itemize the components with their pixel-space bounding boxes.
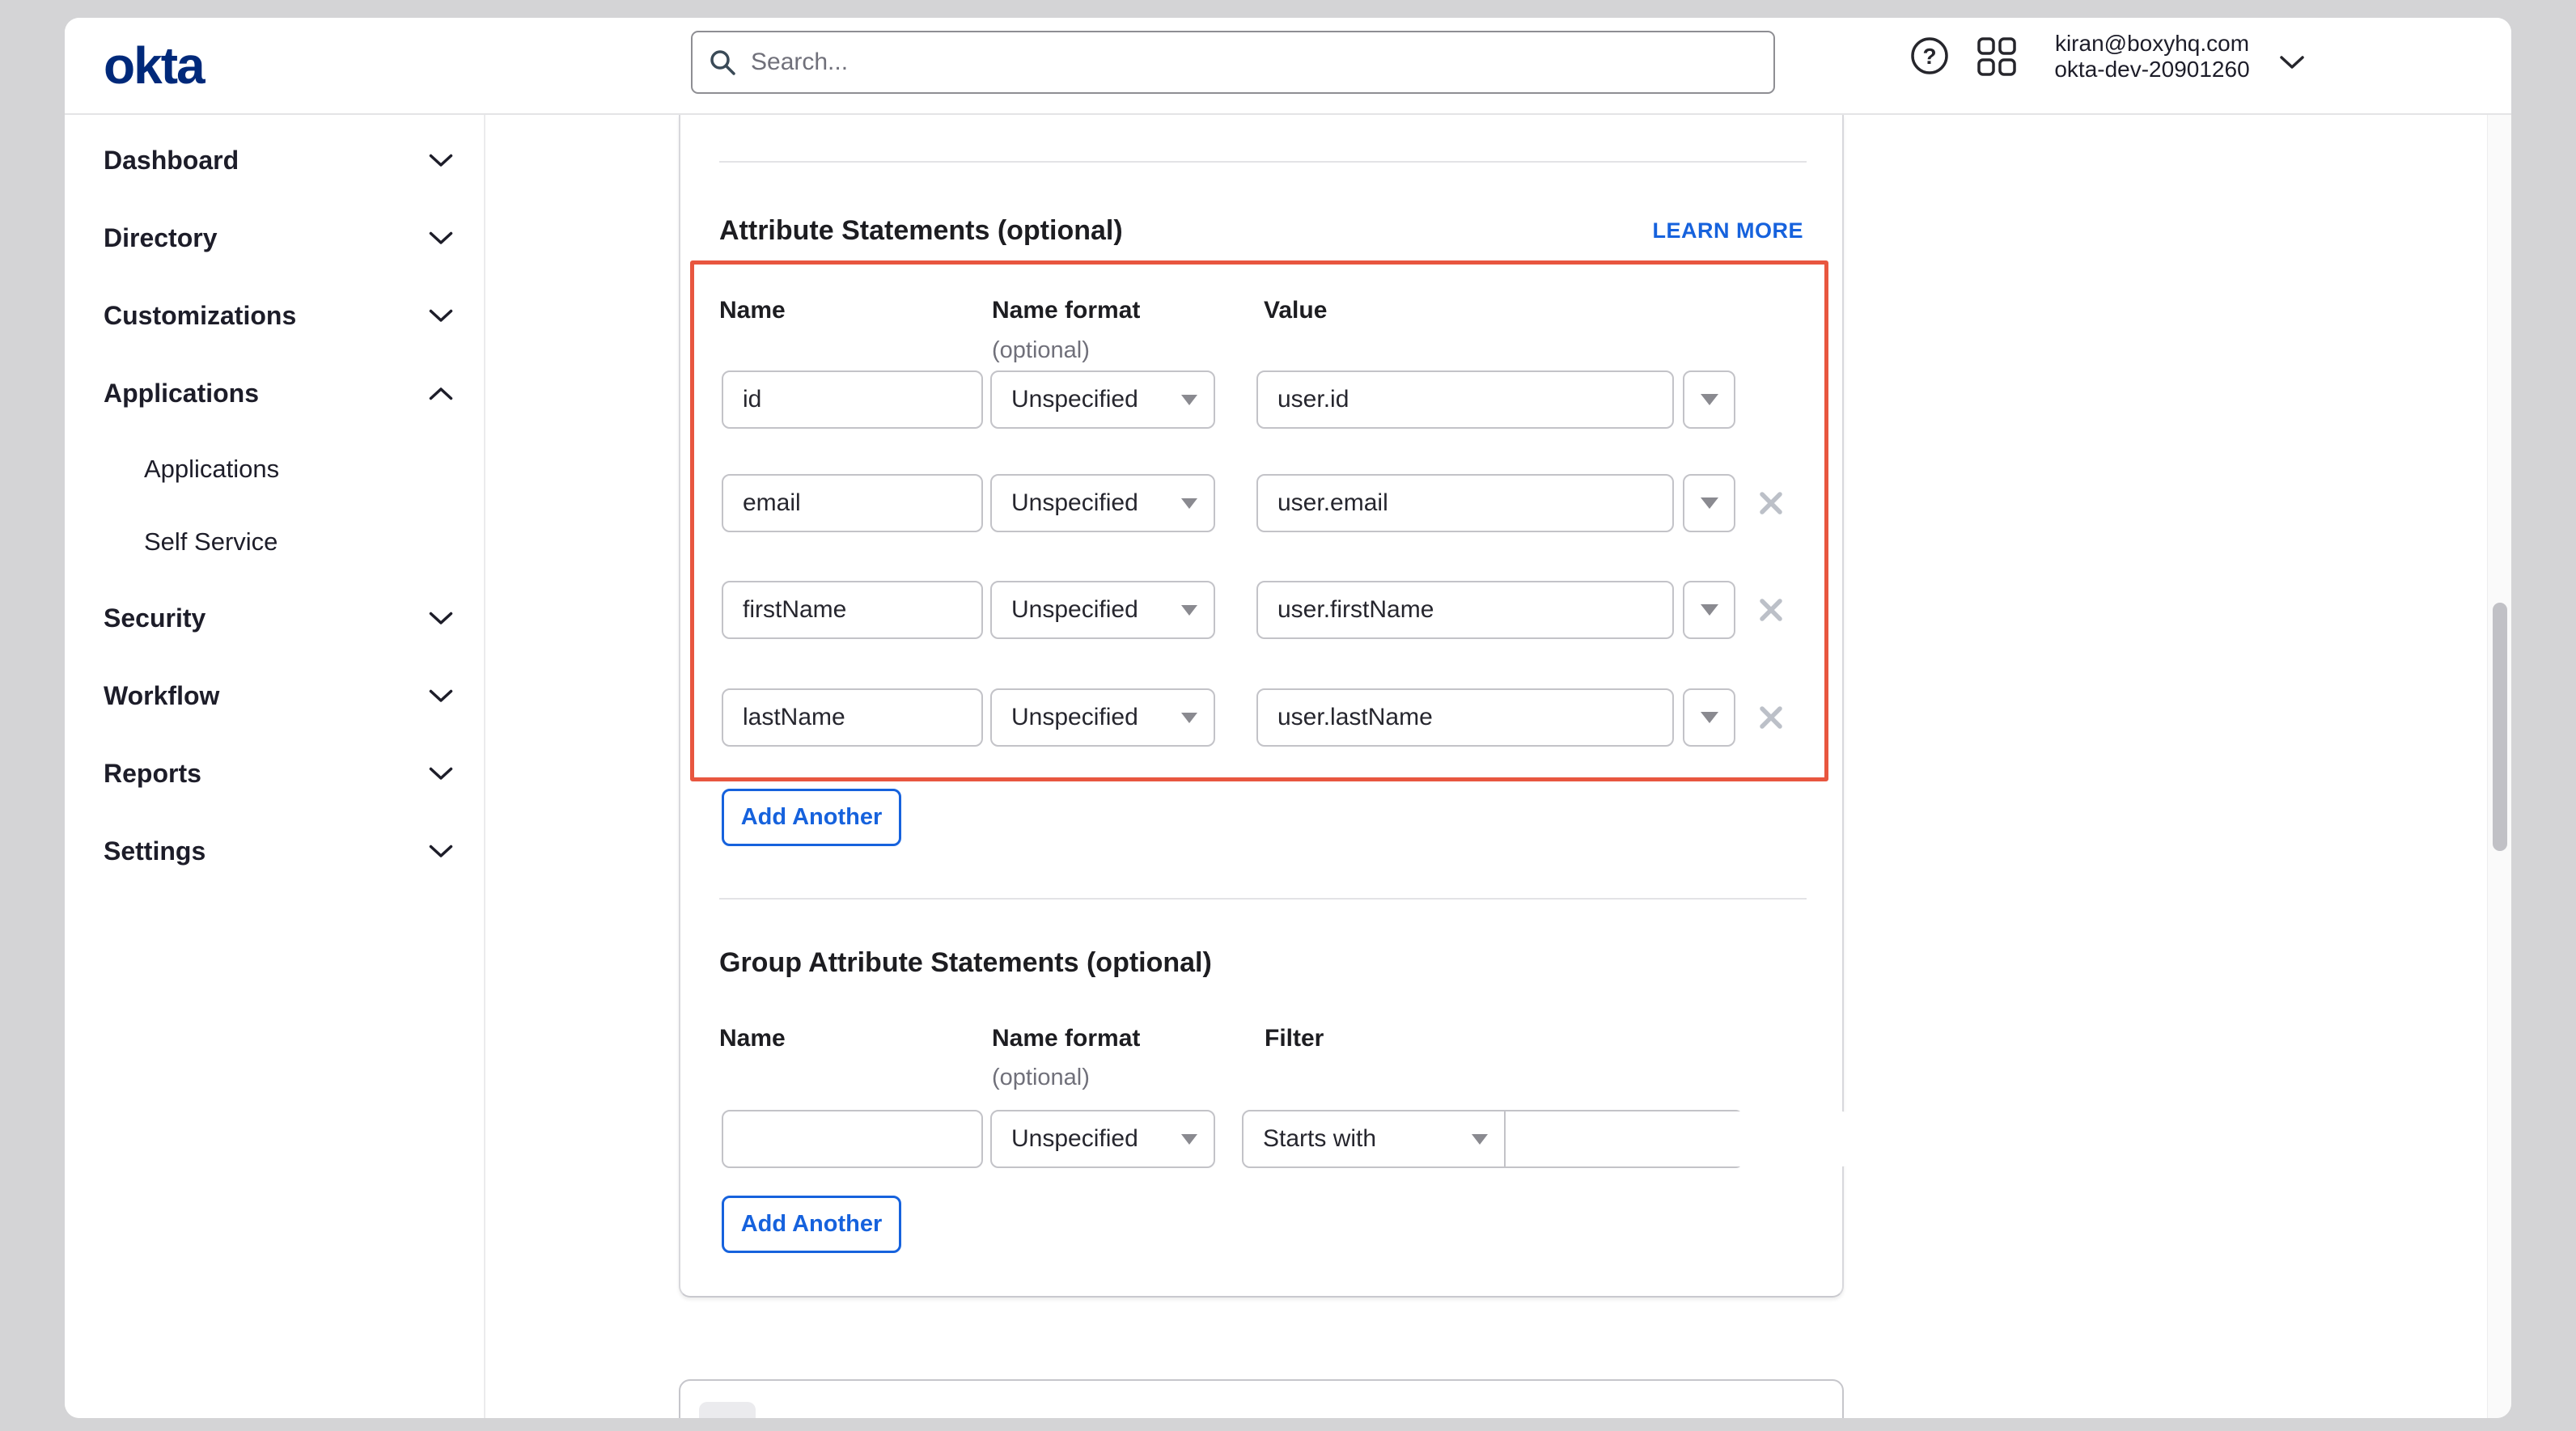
attribute-value-input[interactable] xyxy=(1256,474,1674,532)
sidebar-item-workflow[interactable]: Workflow xyxy=(104,671,453,720)
add-another-group-attribute-button[interactable]: Add Another xyxy=(722,1196,901,1253)
app-window: okta ? kiran@ xyxy=(65,18,2511,1418)
sidebar-subitem-self-service[interactable]: Self Service xyxy=(144,519,453,565)
optional-note: (optional) xyxy=(992,1065,1090,1091)
select-caret-icon xyxy=(1181,605,1197,616)
section-divider xyxy=(719,161,1807,163)
user-org: okta-dev-20901260 xyxy=(2043,57,2261,83)
sidebar-item-reports[interactable]: Reports xyxy=(104,749,453,798)
value-dropdown-button[interactable] xyxy=(1683,688,1735,747)
sidebar-subitem-applications[interactable]: Applications xyxy=(144,447,453,492)
chevron-down-icon xyxy=(429,154,453,167)
learn-more-link[interactable]: LEARN MORE xyxy=(1653,218,1804,243)
group-attribute-statements-title: Group Attribute Statements (optional) xyxy=(719,946,1212,980)
chevron-down-icon xyxy=(429,231,453,245)
select-caret-icon xyxy=(1701,604,1718,616)
group-attribute-row: Unspecified Starts with xyxy=(680,1110,1842,1168)
remove-row-icon[interactable] xyxy=(1757,704,1785,731)
sidebar-item-directory[interactable]: Directory xyxy=(104,214,453,262)
attribute-name-input[interactable] xyxy=(722,474,983,532)
select-caret-icon xyxy=(1701,712,1718,723)
attribute-statements-highlight-box: Name Name format Value (optional) Unspec… xyxy=(690,260,1828,781)
attribute-value-input[interactable] xyxy=(1256,581,1674,639)
chevron-down-icon xyxy=(429,612,453,625)
sidebar-item-dashboard[interactable]: Dashboard xyxy=(104,136,453,184)
value-dropdown-button[interactable] xyxy=(1683,474,1735,532)
group-name-input[interactable] xyxy=(722,1110,983,1168)
user-email: kiran@boxyhq.com xyxy=(2043,31,2261,57)
column-header-format: Name format xyxy=(992,1025,1140,1052)
next-section-panel xyxy=(679,1379,1844,1418)
select-caret-icon xyxy=(1701,394,1718,405)
add-another-attribute-button[interactable]: Add Another xyxy=(722,789,901,846)
remove-row-icon[interactable] xyxy=(1757,489,1785,517)
chevron-down-icon xyxy=(429,767,453,781)
select-caret-icon xyxy=(1701,497,1718,509)
name-format-select[interactable]: Unspecified xyxy=(990,581,1215,639)
scrollbar-thumb[interactable] xyxy=(2493,603,2507,851)
user-menu-chevron-down-icon[interactable] xyxy=(2278,53,2306,71)
sidebar: Dashboard Directory Customizations Appli… xyxy=(65,115,485,1418)
svg-text:?: ? xyxy=(1922,44,1936,69)
select-caret-icon xyxy=(1181,713,1197,723)
chevron-down-icon xyxy=(429,845,453,858)
search-box[interactable] xyxy=(691,31,1775,94)
section-divider xyxy=(719,898,1807,900)
chevron-down-icon xyxy=(429,309,453,323)
sidebar-item-security[interactable]: Security xyxy=(104,594,453,642)
value-dropdown-button[interactable] xyxy=(1683,581,1735,639)
attribute-name-input[interactable] xyxy=(722,688,983,747)
remove-row-icon[interactable] xyxy=(1757,596,1785,624)
sidebar-item-applications[interactable]: Applications xyxy=(104,369,453,417)
optional-note: (optional) xyxy=(992,337,1090,364)
group-filter-control: Starts with xyxy=(1242,1110,1743,1168)
value-dropdown-button[interactable] xyxy=(1683,370,1735,429)
search-icon xyxy=(709,49,736,76)
attribute-row: Unspecified xyxy=(694,688,1824,747)
attribute-name-input[interactable] xyxy=(722,581,983,639)
apps-grid-icon[interactable] xyxy=(1976,36,2018,78)
select-caret-icon xyxy=(1181,1134,1197,1145)
sidebar-item-settings[interactable]: Settings xyxy=(104,827,453,875)
scrollbar-track[interactable] xyxy=(2487,115,2511,1418)
name-format-select[interactable]: Unspecified xyxy=(990,474,1215,532)
select-caret-icon xyxy=(1181,498,1197,509)
select-caret-icon xyxy=(1181,395,1197,405)
chevron-down-icon xyxy=(429,689,453,703)
column-header-name: Name xyxy=(719,1025,786,1052)
topbar: okta ? kiran@ xyxy=(65,18,2511,115)
column-header-filter: Filter xyxy=(1265,1025,1324,1052)
help-icon[interactable]: ? xyxy=(1908,34,1951,78)
attribute-row: Unspecified xyxy=(694,581,1824,639)
attribute-value-input[interactable] xyxy=(1256,688,1674,747)
column-header-value: Value xyxy=(1264,297,1327,324)
name-format-select[interactable]: Unspecified xyxy=(990,688,1215,747)
select-caret-icon xyxy=(1472,1134,1488,1145)
sidebar-item-customizations[interactable]: Customizations xyxy=(104,291,453,340)
chevron-up-icon xyxy=(429,387,453,400)
search-input[interactable] xyxy=(749,48,1757,77)
user-menu[interactable]: kiran@boxyhq.com okta-dev-20901260 xyxy=(2043,31,2261,83)
filter-type-select[interactable]: Starts with xyxy=(1244,1111,1506,1166)
attribute-statements-title: Attribute Statements (optional) xyxy=(719,214,1123,248)
okta-logo[interactable]: okta xyxy=(104,40,204,91)
section-placeholder-chip xyxy=(699,1402,756,1418)
attribute-row: Unspecified xyxy=(694,370,1824,429)
column-header-name: Name xyxy=(719,297,786,324)
group-name-format-select[interactable]: Unspecified xyxy=(990,1110,1215,1168)
saml-settings-panel: Attribute Statements (optional) LEARN MO… xyxy=(679,115,1844,1298)
name-format-select[interactable]: Unspecified xyxy=(990,370,1215,429)
attribute-name-input[interactable] xyxy=(722,370,983,429)
column-header-format: Name format xyxy=(992,297,1140,324)
filter-value-input[interactable] xyxy=(1506,1111,1850,1166)
attribute-row: Unspecified xyxy=(694,474,1824,532)
attribute-value-input[interactable] xyxy=(1256,370,1674,429)
